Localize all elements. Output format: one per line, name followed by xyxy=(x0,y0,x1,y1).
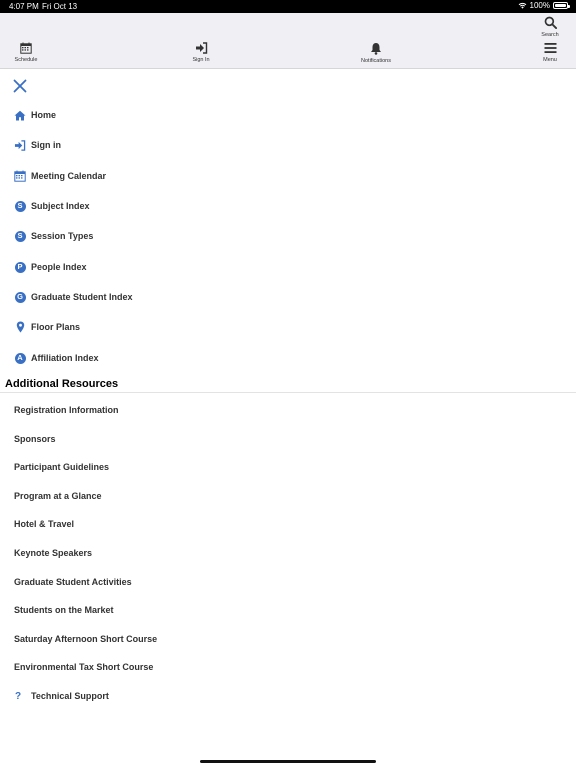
nav-item-affiliation-index[interactable]: A Affiliation Index xyxy=(0,344,300,372)
letter-g-circle-icon: G xyxy=(14,291,26,303)
resource-label: Sponsors xyxy=(14,434,56,444)
nav-label-home: Home xyxy=(31,110,57,120)
resource-label: Technical Support xyxy=(31,691,109,701)
letter-a-circle-icon: A xyxy=(14,352,26,364)
nav-item-sign-in[interactable]: Sign in xyxy=(0,131,300,159)
resource-label: Registration Information xyxy=(14,405,119,415)
nav-item-home[interactable]: Home xyxy=(0,101,300,129)
close-menu-button[interactable] xyxy=(12,78,28,94)
section-title-additional-resources: Additional Resources xyxy=(5,378,119,390)
nav-label-floor-plans: Floor Plans xyxy=(31,322,81,332)
sign-in-label: Sign In xyxy=(192,57,210,63)
nav-item-people-index[interactable]: P People Index xyxy=(0,253,300,281)
resource-item-registration-information[interactable]: Registration Information xyxy=(0,397,300,423)
bell-icon xyxy=(371,43,381,55)
nav-item-meeting-calendar[interactable]: Meeting Calendar xyxy=(0,162,300,190)
resource-item-sponsors[interactable]: Sponsors xyxy=(0,426,300,452)
nav-item-floor-plans[interactable]: Floor Plans xyxy=(0,313,300,341)
resource-label: Environmental Tax Short Course xyxy=(14,662,154,672)
nav-label-subject-index: Subject Index xyxy=(31,201,90,211)
sign-in-icon xyxy=(14,139,26,151)
resource-item-saturday-afternoon-short-course[interactable]: Saturday Afternoon Short Course xyxy=(0,626,300,652)
resource-label: Keynote Speakers xyxy=(14,548,93,558)
resource-item-graduate-student-activities[interactable]: Graduate Student Activities xyxy=(0,569,300,595)
notifications-label: Notifications xyxy=(361,58,391,64)
status-bar: 4:07 PM Fri Oct 13 100% xyxy=(0,0,576,13)
question-icon: ? xyxy=(15,690,22,702)
resource-label: Participant Guidelines xyxy=(14,462,110,472)
nav-label-affiliation-index: Affiliation Index xyxy=(31,353,99,363)
top-toolbar: Search Schedule Sign In Notifications Me… xyxy=(0,13,576,69)
hamburger-icon xyxy=(544,43,556,53)
calendar-icon xyxy=(14,170,26,182)
home-icon xyxy=(14,109,26,121)
close-icon xyxy=(13,79,27,93)
search-icon xyxy=(544,16,557,29)
battery-icon xyxy=(553,2,570,9)
resource-item-program-at-a-glance[interactable]: Program at a Glance xyxy=(0,483,300,509)
resource-item-hotel-travel[interactable]: Hotel & Travel xyxy=(0,511,300,537)
resource-item-students-on-the-market[interactable]: Students on the Market xyxy=(0,597,300,623)
menu-button[interactable]: Menu xyxy=(536,42,564,63)
schedule-label: Schedule xyxy=(14,57,38,63)
resource-label: Hotel & Travel xyxy=(14,519,75,529)
nav-item-subject-index[interactable]: S Subject Index xyxy=(0,192,300,220)
nav-label-meeting-calendar: Meeting Calendar xyxy=(31,171,107,181)
battery-percent: 100% xyxy=(529,1,550,10)
home-indicator[interactable] xyxy=(200,760,376,763)
resource-item-keynote-speakers[interactable]: Keynote Speakers xyxy=(0,540,300,566)
map-pin-icon xyxy=(14,321,26,333)
resource-label: Graduate Student Activities xyxy=(14,577,132,587)
nav-item-session-types[interactable]: S Session Types xyxy=(0,222,300,250)
status-right: 100% xyxy=(518,1,570,10)
search-button[interactable]: Search xyxy=(536,16,564,38)
resource-item-participant-guidelines[interactable]: Participant Guidelines xyxy=(0,454,300,480)
status-time: 4:07 PM xyxy=(9,2,39,11)
letter-s-circle-icon: S xyxy=(14,230,26,242)
resource-item-technical-support[interactable]: ? Technical Support xyxy=(0,683,300,709)
menu-label: Menu xyxy=(543,57,557,63)
resource-label: Saturday Afternoon Short Course xyxy=(14,634,158,644)
resource-label: Program at a Glance xyxy=(14,491,102,501)
status-date: Fri Oct 13 xyxy=(42,2,78,11)
notifications-button[interactable]: Notifications xyxy=(358,42,394,64)
section-divider xyxy=(0,392,576,393)
schedule-button[interactable]: Schedule xyxy=(10,42,42,63)
wifi-icon xyxy=(518,2,526,9)
sign-in-button[interactable]: Sign In xyxy=(186,42,216,63)
nav-label-graduate-student-index: Graduate Student Index xyxy=(31,292,133,302)
letter-s-circle-icon: S xyxy=(14,200,26,212)
resource-label: Students on the Market xyxy=(14,605,114,615)
nav-label-people-index: People Index xyxy=(31,262,87,272)
resource-item-environmental-tax-short-course[interactable]: Environmental Tax Short Course xyxy=(0,654,300,680)
sign-in-icon xyxy=(195,42,207,54)
nav-item-graduate-student-index[interactable]: G Graduate Student Index xyxy=(0,283,300,311)
nav-label-session-types: Session Types xyxy=(31,231,94,241)
calendar-icon xyxy=(20,42,32,54)
nav-label-sign-in: Sign in xyxy=(31,140,61,150)
search-label: Search xyxy=(541,32,559,38)
letter-p-circle-icon: P xyxy=(14,261,26,273)
